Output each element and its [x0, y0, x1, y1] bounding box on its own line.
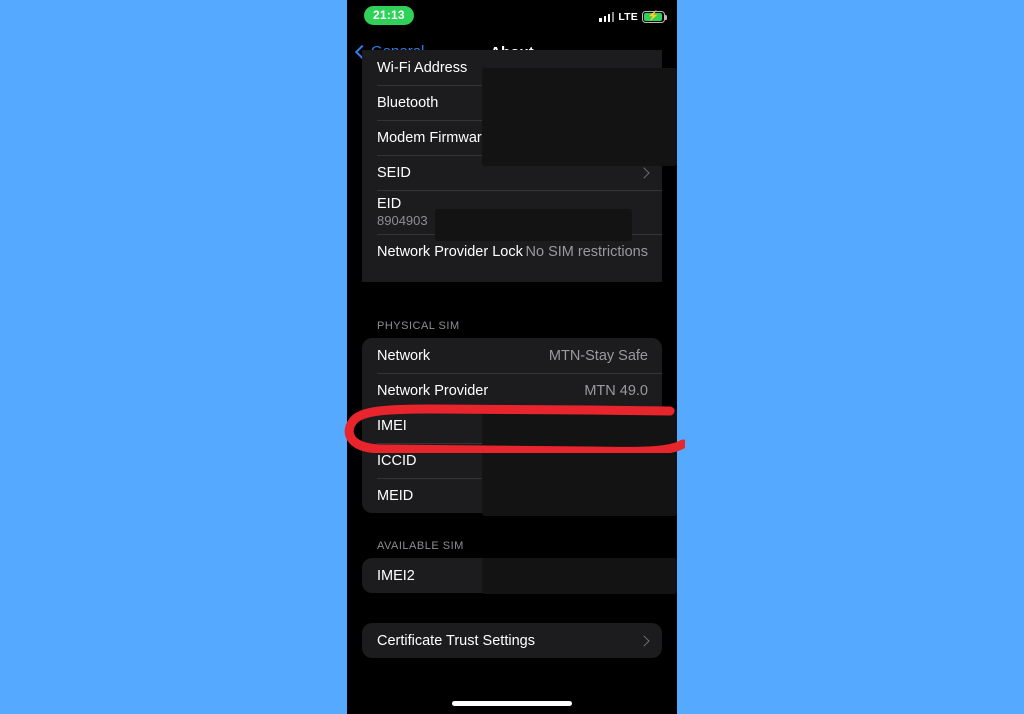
status-carrier-tech: LTE: [618, 11, 638, 23]
status-indicators: LTE ⚡: [599, 9, 667, 25]
row-label: SEID: [377, 164, 411, 181]
signal-bars-icon: [599, 12, 615, 22]
row-label: Bluetooth: [377, 94, 439, 111]
chevron-right-icon: [638, 166, 650, 179]
redaction-overlay-device-ids: [482, 68, 677, 166]
row-label: MEID: [377, 487, 414, 504]
row-label: IMEI2: [377, 567, 415, 584]
section-header-available-sim: AVAILABLE SIM: [377, 540, 464, 552]
table-row[interactable]: Network MTN-Stay Safe: [362, 338, 662, 373]
certificate-trust-group: Certificate Trust Settings: [362, 623, 662, 658]
row-value: MTN 49.0: [584, 382, 648, 399]
row-label: Network Provider Lock: [377, 243, 523, 260]
screenshot-canvas: 21:13 LTE ⚡ General About: [0, 0, 1024, 714]
redaction-overlay-eid: [435, 209, 632, 241]
settings-scroll-content[interactable]: Wi-Fi Address Bluetooth Modem Firmware S…: [347, 50, 677, 714]
row-value: No SIM restrictions: [525, 243, 648, 260]
row-label: Modem Firmware: [377, 129, 490, 146]
row-label: ICCID: [377, 452, 417, 469]
redaction-overlay-sim-ids: [482, 408, 677, 516]
battery-bolt-glyph: ⚡: [647, 11, 660, 22]
row-label: Network Provider: [377, 382, 489, 399]
chevron-right-icon: [638, 634, 650, 647]
row-label: Network: [377, 347, 431, 364]
certificate-trust-settings-row[interactable]: Certificate Trust Settings: [362, 623, 662, 658]
home-indicator-bar: [452, 701, 572, 706]
status-time-pill: 21:13: [364, 6, 414, 25]
table-row[interactable]: Network Provider MTN 49.0: [362, 373, 662, 408]
section-header-physical-sim: PHYSICAL SIM: [377, 320, 460, 332]
row-label: IMEI: [377, 417, 407, 434]
row-label: EID: [377, 196, 402, 212]
row-label: Wi-Fi Address: [377, 59, 468, 76]
redaction-overlay-imei2: [482, 558, 677, 594]
row-label: Certificate Trust Settings: [377, 632, 535, 649]
row-value: MTN-Stay Safe: [548, 347, 648, 364]
phone-screen: 21:13 LTE ⚡ General About: [347, 0, 677, 714]
status-bar: 21:13 LTE ⚡: [347, 0, 677, 36]
battery-charging-icon: ⚡: [642, 11, 667, 23]
row-subvalue: 8904903: [377, 213, 428, 228]
